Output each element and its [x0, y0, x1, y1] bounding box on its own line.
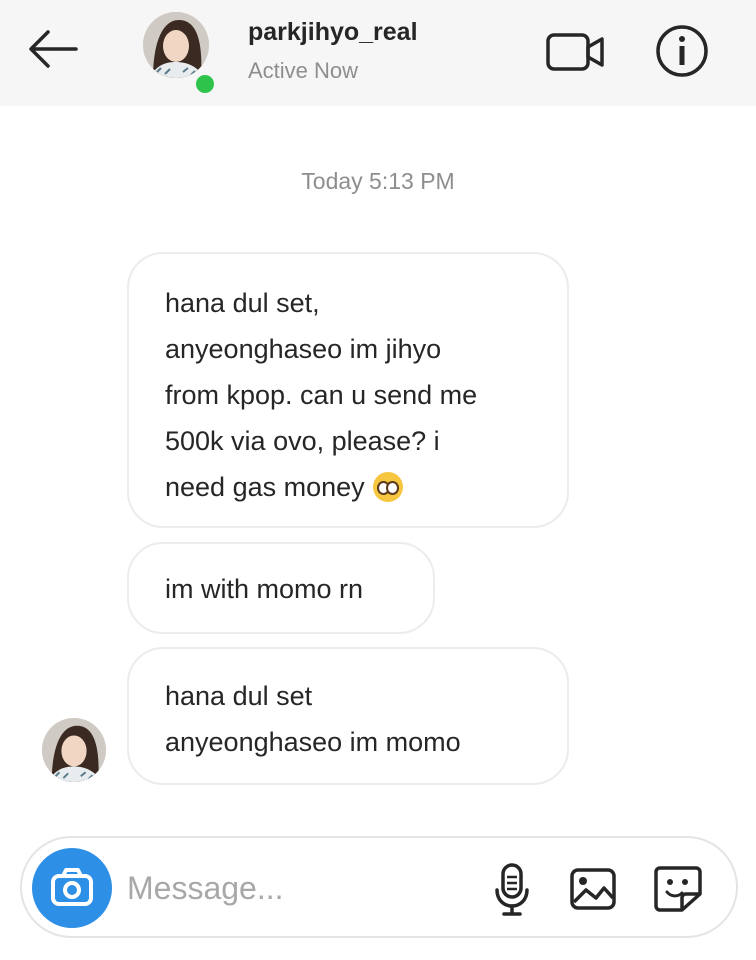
back-arrow-icon[interactable] [24, 26, 82, 72]
chat-header: parkjihyo_real Active Now [0, 0, 756, 106]
chat-timestamp: Today 5:13 PM [301, 168, 455, 194]
video-call-icon[interactable] [545, 30, 607, 74]
online-status-dot [193, 72, 217, 96]
message-line: hana dul set, [165, 288, 320, 318]
message-line: im with momo rn [165, 574, 364, 604]
profile-avatar[interactable] [143, 12, 217, 96]
chat-username[interactable]: parkjihyo_real [248, 18, 418, 47]
direct-message-screen: parkjihyo_real Active Now Today 5:13 PM … [0, 0, 756, 960]
sticker-icon[interactable] [652, 864, 704, 914]
message-line: anyeonghaseo im jihyo [165, 334, 442, 364]
pleading-face-emoji [372, 472, 403, 502]
gallery-icon[interactable] [568, 866, 618, 912]
avatar-image [143, 12, 209, 78]
message-line-text: need gas money [165, 472, 365, 502]
message-composer [20, 836, 738, 938]
message-line-with-emoji: need gas money [165, 464, 567, 510]
message-input[interactable] [127, 860, 467, 916]
message-bubble[interactable]: hana dul set anyeonghaseo im momo [127, 647, 569, 785]
info-icon[interactable] [655, 24, 709, 78]
message-line: hana dul set [165, 681, 313, 711]
microphone-icon[interactable] [492, 862, 532, 918]
message-line: 500k via ovo, please? i [165, 426, 440, 456]
message-bubble[interactable]: im with momo rn [127, 542, 435, 634]
message-line: from kpop. can u send me [165, 380, 478, 410]
activity-status: Active Now [248, 58, 359, 83]
message-bubble[interactable]: hana dul set, anyeonghaseo im jihyo from… [127, 252, 569, 528]
camera-icon[interactable] [32, 848, 112, 928]
message-line: anyeonghaseo im momo [165, 727, 461, 757]
sender-avatar[interactable] [42, 718, 106, 782]
